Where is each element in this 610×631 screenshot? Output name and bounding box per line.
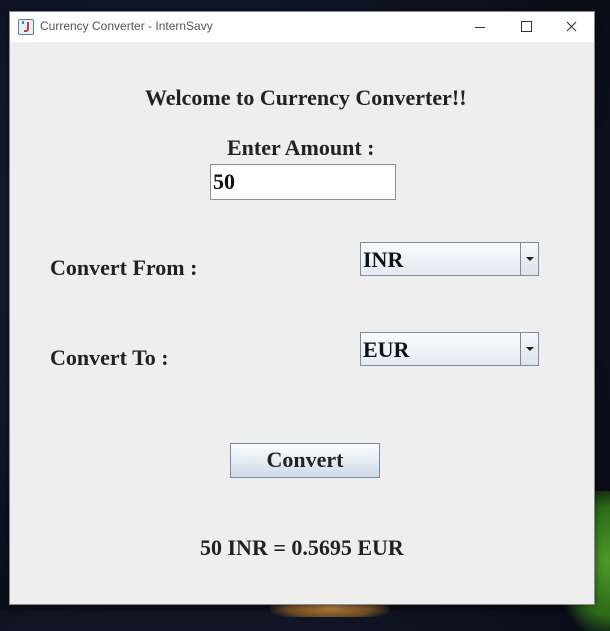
convert-to-label: Convert To : (50, 345, 169, 370)
convert-from-value: INR (363, 247, 404, 272)
amount-label: Enter Amount : (227, 135, 375, 160)
dropdown-arrow-icon[interactable] (520, 243, 538, 275)
convert-to-value: EUR (363, 337, 410, 362)
welcome-heading: Welcome to Currency Converter!! (145, 85, 467, 110)
maximize-button[interactable] (503, 12, 549, 42)
java-app-icon (18, 19, 34, 35)
app-window: Currency Converter - InternSavy Welcome … (9, 11, 595, 605)
close-button[interactable] (548, 12, 594, 42)
minimize-button[interactable] (457, 12, 503, 42)
conversion-result: 50 INR = 0.5695 EUR (200, 535, 404, 560)
convert-to-select[interactable]: EUR (360, 332, 539, 366)
amount-input[interactable] (210, 164, 396, 200)
window-title: Currency Converter - InternSavy (40, 19, 213, 33)
convert-button[interactable]: Convert (230, 443, 380, 478)
convert-from-label: Convert From : (50, 255, 198, 280)
converter-panel: Welcome to Currency Converter!! Enter Am… (10, 42, 594, 604)
title-bar[interactable]: Currency Converter - InternSavy (10, 12, 594, 42)
dropdown-arrow-icon[interactable] (520, 333, 538, 365)
convert-from-select[interactable]: INR (360, 242, 539, 276)
